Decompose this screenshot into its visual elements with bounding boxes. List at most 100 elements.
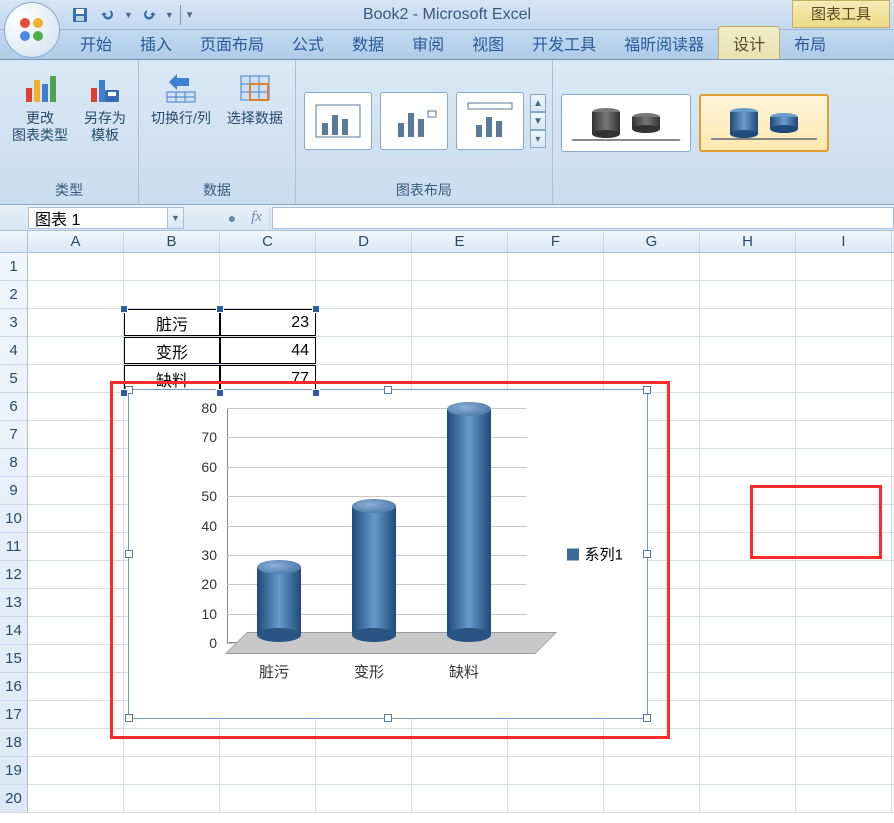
cell[interactable]: [700, 449, 796, 476]
cell[interactable]: [796, 645, 892, 672]
row-header[interactable]: 7: [0, 421, 27, 449]
cell[interactable]: [604, 337, 700, 364]
cell[interactable]: [412, 281, 508, 308]
cell[interactable]: [700, 337, 796, 364]
cell[interactable]: [220, 757, 316, 784]
cell[interactable]: [796, 253, 892, 280]
cell[interactable]: [124, 785, 220, 812]
cell[interactable]: [796, 561, 892, 588]
cell[interactable]: [796, 393, 892, 420]
fx-button[interactable]: fx: [244, 207, 270, 229]
col-header[interactable]: B: [124, 231, 220, 252]
cell[interactable]: [700, 393, 796, 420]
cell[interactable]: [604, 757, 700, 784]
chart-style-2[interactable]: [699, 94, 829, 152]
cell[interactable]: [412, 253, 508, 280]
cell[interactable]: [700, 365, 796, 392]
cell[interactable]: [28, 757, 124, 784]
row-header[interactable]: 17: [0, 701, 27, 729]
cell[interactable]: [700, 281, 796, 308]
save-as-template-button[interactable]: 另存为 模板: [78, 64, 132, 148]
bar-cylinder[interactable]: [352, 499, 396, 642]
cell[interactable]: [700, 561, 796, 588]
row-header[interactable]: 10: [0, 505, 27, 533]
cell[interactable]: [316, 309, 412, 336]
row-header[interactable]: 5: [0, 365, 27, 393]
cell[interactable]: [316, 785, 412, 812]
cell[interactable]: [796, 617, 892, 644]
tab-review[interactable]: 审阅: [398, 27, 458, 59]
range-handle[interactable]: [120, 305, 128, 313]
change-chart-type-button[interactable]: 更改 图表类型: [6, 64, 74, 148]
col-header[interactable]: G: [604, 231, 700, 252]
row-header[interactable]: 4: [0, 337, 27, 365]
cell[interactable]: [796, 421, 892, 448]
col-header[interactable]: I: [796, 231, 892, 252]
cell[interactable]: [700, 617, 796, 644]
worksheet-grid[interactable]: A B C D E F G H I 1234567891011121314151…: [0, 231, 894, 813]
name-box-dropdown[interactable]: ▼: [168, 207, 184, 229]
tab-foxit[interactable]: 福昕阅读器: [610, 27, 718, 59]
cell[interactable]: [796, 337, 892, 364]
chart-style-1[interactable]: [561, 94, 691, 152]
cell[interactable]: [220, 785, 316, 812]
formula-bar[interactable]: [272, 207, 894, 229]
cell[interactable]: [412, 337, 508, 364]
cell[interactable]: [700, 421, 796, 448]
cell[interactable]: [508, 337, 604, 364]
row-header[interactable]: 12: [0, 561, 27, 589]
cell[interactable]: [412, 757, 508, 784]
cell[interactable]: [700, 645, 796, 672]
cell[interactable]: [316, 253, 412, 280]
tab-layout[interactable]: 布局: [780, 27, 840, 59]
cell[interactable]: [316, 337, 412, 364]
select-all-corner[interactable]: [0, 231, 28, 252]
switch-row-column-button[interactable]: 切换行/列: [145, 64, 217, 131]
cell[interactable]: [796, 729, 892, 756]
layout-scroll-up[interactable]: ▲: [530, 94, 546, 112]
cell[interactable]: [28, 309, 124, 336]
row-header[interactable]: 11: [0, 533, 27, 561]
cells-area[interactable]: 01020304050607080 脏污变形缺料 系列1 脏污23变形44缺料7…: [28, 253, 894, 813]
select-data-button[interactable]: 选择数据: [221, 64, 289, 131]
chart-layout-2[interactable]: [380, 92, 448, 150]
cell[interactable]: 脏污: [124, 309, 220, 336]
cell[interactable]: [508, 253, 604, 280]
tab-data[interactable]: 数据: [338, 27, 398, 59]
cell[interactable]: [796, 281, 892, 308]
bar-cylinder[interactable]: [257, 560, 301, 642]
row-header[interactable]: 18: [0, 729, 27, 757]
tab-home[interactable]: 开始: [66, 27, 126, 59]
cell[interactable]: [220, 253, 316, 280]
cell[interactable]: [796, 785, 892, 812]
cell[interactable]: [796, 309, 892, 336]
row-header[interactable]: 3: [0, 309, 27, 337]
layout-expand[interactable]: ▾: [530, 130, 546, 148]
range-handle[interactable]: [312, 305, 320, 313]
cell[interactable]: [796, 365, 892, 392]
cell[interactable]: [316, 281, 412, 308]
cell[interactable]: [796, 589, 892, 616]
col-header[interactable]: A: [28, 231, 124, 252]
cell[interactable]: [604, 785, 700, 812]
redo-button[interactable]: [137, 3, 161, 27]
col-header[interactable]: H: [700, 231, 796, 252]
chart-layout-3[interactable]: [456, 92, 524, 150]
plot-area[interactable]: 01020304050607080 脏污变形缺料: [177, 408, 517, 668]
tab-design[interactable]: 设计: [718, 26, 780, 59]
cell[interactable]: [700, 757, 796, 784]
cell[interactable]: [796, 673, 892, 700]
cell[interactable]: [412, 785, 508, 812]
cell[interactable]: [28, 281, 124, 308]
row-header[interactable]: 15: [0, 645, 27, 673]
tab-formulas[interactable]: 公式: [278, 27, 338, 59]
cell[interactable]: [28, 253, 124, 280]
row-header[interactable]: 16: [0, 673, 27, 701]
cell[interactable]: [220, 281, 316, 308]
range-handle[interactable]: [120, 389, 128, 397]
col-header[interactable]: E: [412, 231, 508, 252]
embedded-chart[interactable]: 01020304050607080 脏污变形缺料 系列1: [128, 389, 648, 719]
range-handle[interactable]: [216, 305, 224, 313]
range-handle[interactable]: [216, 389, 224, 397]
chart-legend[interactable]: 系列1: [567, 544, 623, 565]
